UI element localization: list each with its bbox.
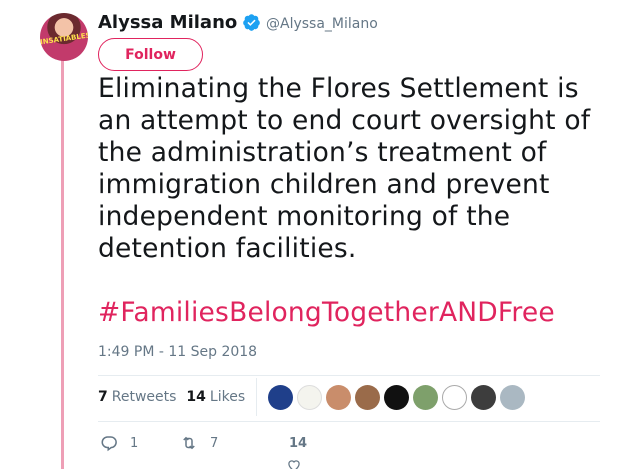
liker-avatar[interactable] [297, 385, 322, 410]
author-name[interactable]: Alyssa Milano [98, 12, 237, 33]
likes-count: 14 [186, 389, 206, 405]
thread-line [61, 48, 64, 469]
liker-avatar[interactable] [326, 385, 351, 410]
reply-count: 1 [130, 435, 139, 451]
reply-button[interactable]: 1 [100, 434, 138, 452]
likers-avatars [268, 385, 529, 410]
liker-avatar[interactable] [355, 385, 380, 410]
retweet-icon [183, 436, 195, 450]
heart-icon[interactable] [286, 458, 302, 469]
retweet-button[interactable]: 7 [180, 434, 218, 452]
retweets-stat[interactable]: 7 Retweets [98, 389, 176, 405]
avatar[interactable]: INSATIABLES [40, 13, 88, 61]
tweet-text: Eliminating the Flores Settlement is an … [98, 73, 591, 264]
retweets-count: 7 [98, 389, 108, 405]
liker-avatar[interactable] [268, 385, 293, 410]
verified-badge-icon [243, 14, 260, 31]
retweets-label: Retweets [111, 389, 177, 405]
liker-avatar[interactable] [413, 385, 438, 410]
like-count: 14 [289, 436, 308, 451]
likes-stat[interactable]: 14 Likes [186, 389, 245, 405]
author-handle[interactable]: @Alyssa_Milano [266, 16, 378, 32]
divider-bottom [98, 421, 600, 422]
stats-separator [256, 378, 257, 416]
liker-avatar[interactable] [442, 385, 467, 410]
tweet-timestamp[interactable]: 1:49 PM - 11 Sep 2018 [98, 344, 257, 360]
liker-avatar[interactable] [471, 385, 496, 410]
likes-label: Likes [209, 389, 246, 405]
divider-top [98, 375, 600, 376]
hashtag-link[interactable]: #FamiliesBelongTogetherANDFree [98, 297, 555, 329]
liker-avatar[interactable] [384, 385, 409, 410]
avatar-text: INSATIABLES [40, 31, 88, 47]
liker-avatar[interactable] [500, 385, 525, 410]
retweet-count: 7 [210, 435, 219, 451]
reply-icon [101, 436, 117, 452]
follow-button[interactable]: Follow [98, 38, 203, 71]
tweet-stats: 7 Retweets 14 Likes [98, 389, 255, 405]
